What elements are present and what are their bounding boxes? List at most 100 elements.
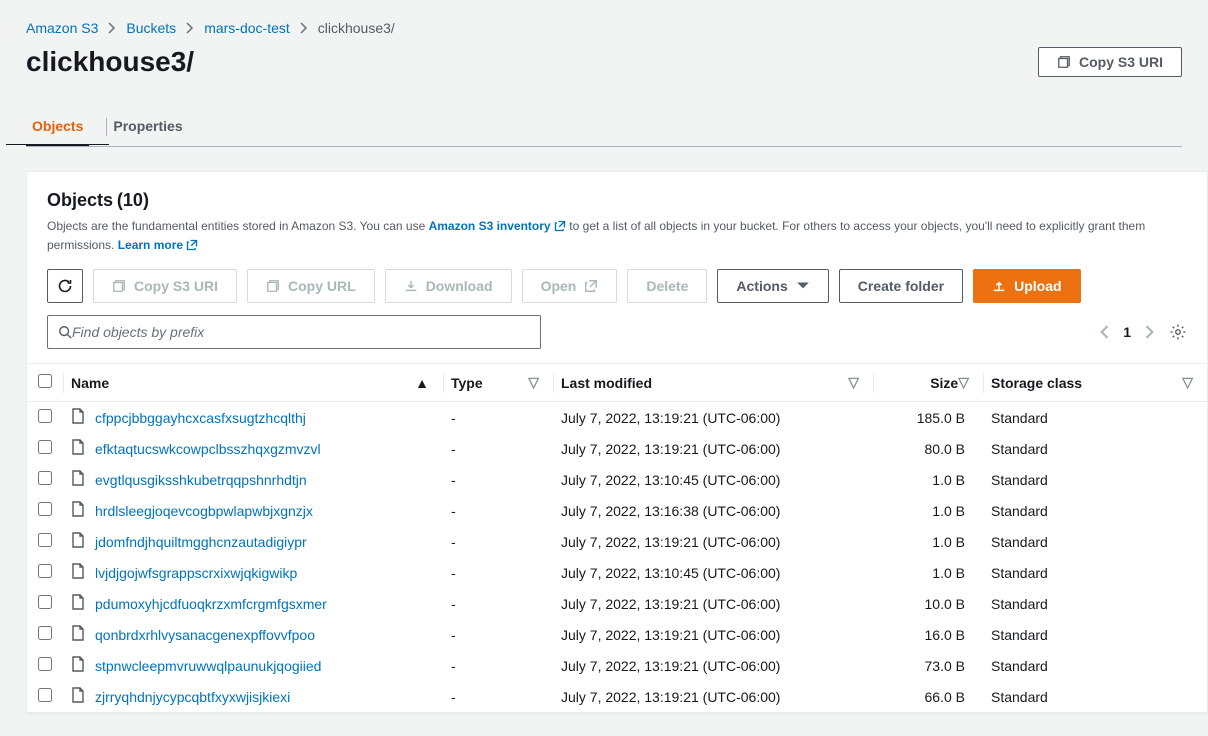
select-all-checkbox[interactable] bbox=[38, 374, 52, 388]
row-checkbox[interactable] bbox=[38, 440, 52, 454]
copy-s3-uri-button-header[interactable]: Copy S3 URI bbox=[1038, 47, 1182, 77]
tab-objects[interactable]: Objects bbox=[26, 108, 89, 146]
cell-type: - bbox=[443, 402, 553, 434]
sort-icon: ▽ bbox=[528, 374, 539, 391]
cell-modified: July 7, 2022, 13:16:38 (UTC-06:00) bbox=[553, 495, 873, 526]
breadcrumb-current: clickhouse3/ bbox=[318, 20, 395, 36]
breadcrumb-link-buckets[interactable]: Buckets bbox=[126, 20, 176, 36]
breadcrumb-link-s3[interactable]: Amazon S3 bbox=[26, 20, 98, 36]
download-button[interactable]: Download bbox=[385, 269, 512, 303]
cell-storage: Standard bbox=[983, 650, 1207, 681]
search-box[interactable] bbox=[47, 315, 541, 349]
cell-modified: July 7, 2022, 13:10:45 (UTC-06:00) bbox=[553, 464, 873, 495]
object-link[interactable]: cfppcjbbggayhcxcasfxsugtzhcqlthj bbox=[95, 410, 306, 426]
row-checkbox[interactable] bbox=[38, 502, 52, 516]
cell-modified: July 7, 2022, 13:19:21 (UTC-06:00) bbox=[553, 526, 873, 557]
table-row: stpnwcleepmvruwwqlpaunukjqogiied-July 7,… bbox=[27, 650, 1207, 681]
row-checkbox[interactable] bbox=[38, 533, 52, 547]
cell-size: 16.0 B bbox=[873, 619, 983, 650]
cell-modified: July 7, 2022, 13:19:21 (UTC-06:00) bbox=[553, 433, 873, 464]
sort-icon: ▽ bbox=[958, 374, 969, 391]
col-size[interactable]: Size▽ bbox=[873, 364, 983, 402]
col-storage-class[interactable]: Storage class▽ bbox=[983, 364, 1207, 402]
row-checkbox[interactable] bbox=[38, 564, 52, 578]
tab-properties[interactable]: Properties bbox=[107, 108, 188, 146]
table-row: cfppcjbbggayhcxcasfxsugtzhcqlthj-July 7,… bbox=[27, 402, 1207, 434]
panel-title: Objects bbox=[47, 190, 113, 210]
open-button[interactable]: Open bbox=[522, 269, 618, 303]
object-link[interactable]: evgtlqusgiksshkubetrqqpshnrhdtjn bbox=[95, 472, 307, 488]
object-link[interactable]: hrdlsleegjoqevcogbpwlapwbjxgnzjx bbox=[95, 503, 313, 519]
copy-url-button[interactable]: Copy URL bbox=[247, 269, 375, 303]
cell-modified: July 7, 2022, 13:19:21 (UTC-06:00) bbox=[553, 619, 873, 650]
row-checkbox[interactable] bbox=[38, 657, 52, 671]
delete-button[interactable]: Delete bbox=[627, 269, 707, 303]
link-learn-more[interactable]: Learn more bbox=[118, 238, 199, 252]
cell-size: 10.0 B bbox=[873, 588, 983, 619]
cell-storage: Standard bbox=[983, 433, 1207, 464]
cell-size: 1.0 B bbox=[873, 526, 983, 557]
chevron-right-icon bbox=[108, 22, 116, 34]
table-row: hrdlsleegjoqevcogbpwlapwbjxgnzjx-July 7,… bbox=[27, 495, 1207, 526]
settings-icon[interactable] bbox=[1169, 323, 1187, 341]
object-link[interactable]: lvjdjgojwfsgrappscrxixwjqkigwikp bbox=[95, 565, 297, 581]
link-s3-inventory[interactable]: Amazon S3 inventory bbox=[429, 219, 570, 233]
file-icon bbox=[71, 532, 85, 551]
page-prev[interactable] bbox=[1099, 325, 1109, 339]
upload-button[interactable]: Upload bbox=[973, 269, 1080, 303]
chevron-right-icon bbox=[300, 22, 308, 34]
row-checkbox[interactable] bbox=[38, 595, 52, 609]
cell-type: - bbox=[443, 433, 553, 464]
row-checkbox[interactable] bbox=[38, 471, 52, 485]
search-input[interactable] bbox=[72, 324, 530, 340]
page-number: 1 bbox=[1123, 324, 1131, 340]
file-icon bbox=[71, 687, 85, 706]
search-icon bbox=[58, 325, 72, 339]
table-row: lvjdjgojwfsgrappscrxixwjqkigwikp-July 7,… bbox=[27, 557, 1207, 588]
object-link[interactable]: pdumoxyhjcdfuoqkrzxmfcrgmfgsxmer bbox=[95, 596, 327, 612]
caret-down-icon bbox=[796, 279, 810, 293]
object-link[interactable]: stpnwcleepmvruwwqlpaunukjqogiied bbox=[95, 658, 321, 674]
object-link[interactable]: jdomfndjhquiltmgghcnzautadigiypr bbox=[95, 534, 307, 550]
breadcrumb: Amazon S3 Buckets mars-doc-test clickhou… bbox=[0, 0, 1208, 46]
object-link[interactable]: zjrryqhdnjycypcqbtfxyxwjisjkiexi bbox=[95, 689, 290, 705]
cell-size: 1.0 B bbox=[873, 464, 983, 495]
objects-count: (10) bbox=[117, 190, 149, 210]
cell-size: 80.0 B bbox=[873, 433, 983, 464]
breadcrumb-link-bucket[interactable]: mars-doc-test bbox=[204, 20, 290, 36]
table-row: jdomfndjhquiltmgghcnzautadigiypr -July 7,… bbox=[27, 526, 1207, 557]
cell-storage: Standard bbox=[983, 402, 1207, 434]
cell-type: - bbox=[443, 526, 553, 557]
cell-size: 1.0 B bbox=[873, 495, 983, 526]
row-checkbox[interactable] bbox=[38, 409, 52, 423]
cell-storage: Standard bbox=[983, 464, 1207, 495]
create-folder-button[interactable]: Create folder bbox=[839, 269, 963, 303]
col-name[interactable]: Name▲ bbox=[63, 364, 443, 402]
sort-asc-icon: ▲ bbox=[415, 375, 429, 391]
file-icon bbox=[71, 501, 85, 520]
cell-type: - bbox=[443, 681, 553, 712]
objects-table: Name▲ Type▽ Last modified▽ Size▽ Storage… bbox=[27, 363, 1207, 712]
file-icon bbox=[71, 563, 85, 582]
table-row: qonbrdxrhlvysanacgenexpffovvfpoo-July 7,… bbox=[27, 619, 1207, 650]
row-checkbox[interactable] bbox=[38, 688, 52, 702]
cell-type: - bbox=[443, 588, 553, 619]
page-next[interactable] bbox=[1145, 325, 1155, 339]
col-last-modified[interactable]: Last modified▽ bbox=[553, 364, 873, 402]
table-row: zjrryqhdnjycypcqbtfxyxwjisjkiexi -July 7,… bbox=[27, 681, 1207, 712]
row-checkbox[interactable] bbox=[38, 626, 52, 640]
actions-dropdown[interactable]: Actions bbox=[717, 269, 828, 303]
table-row: pdumoxyhjcdfuoqkrzxmfcrgmfgsxmer-July 7,… bbox=[27, 588, 1207, 619]
object-link[interactable]: efktaqtucswkcowpclbsszhqxgzmvzvl bbox=[95, 441, 321, 457]
sort-icon: ▽ bbox=[1182, 374, 1193, 391]
col-type[interactable]: Type▽ bbox=[443, 364, 553, 402]
copy-s3-uri-button[interactable]: Copy S3 URI bbox=[93, 269, 237, 303]
tabs: Objects Properties bbox=[26, 108, 1182, 147]
external-link-icon bbox=[584, 279, 598, 293]
copy-icon bbox=[1057, 55, 1071, 69]
chevron-right-icon bbox=[186, 22, 194, 34]
object-link[interactable]: qonbrdxrhlvysanacgenexpffovvfpoo bbox=[95, 627, 315, 643]
external-link-icon bbox=[186, 239, 198, 251]
cell-modified: July 7, 2022, 13:19:21 (UTC-06:00) bbox=[553, 681, 873, 712]
refresh-button[interactable] bbox=[47, 269, 83, 303]
